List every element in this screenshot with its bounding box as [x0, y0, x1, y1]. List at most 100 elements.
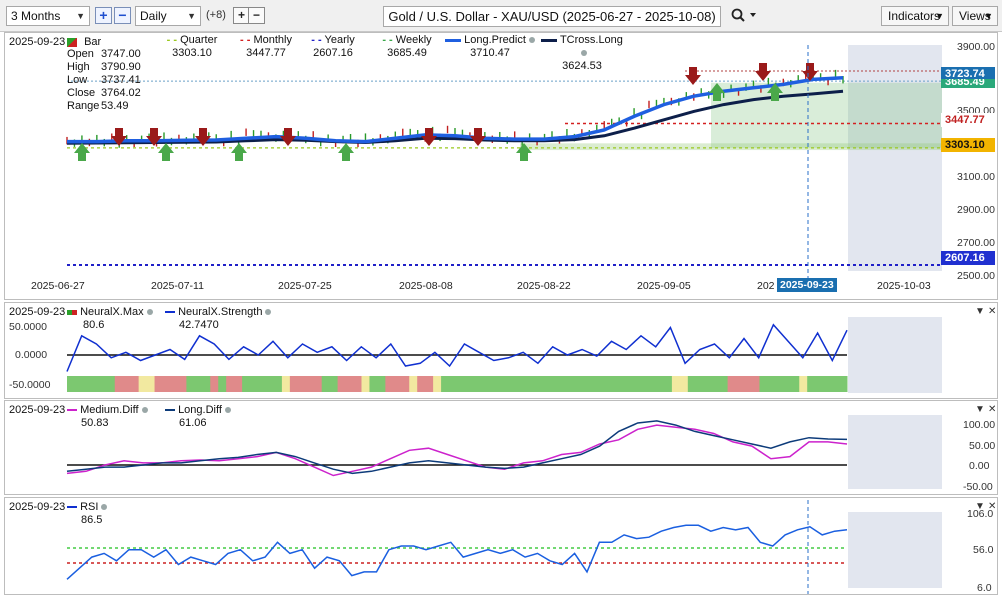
- signal-block: [337, 376, 362, 392]
- diff-date: 2025-09-23: [9, 404, 66, 416]
- sell-arrow-icon: [685, 67, 701, 85]
- sell-arrow-icon: [421, 128, 437, 146]
- y-tick: 3900.00: [957, 41, 995, 53]
- ohlc-range: Range 53.49: [67, 100, 129, 112]
- legend-long-predict: Long.Predict 3710.47: [445, 34, 535, 60]
- rsi-line: [66, 524, 848, 580]
- rsi-panel[interactable]: 2025-09-23 RSI 86.5 ▼ ✕ 106.0 56.0 6.0: [4, 497, 998, 595]
- legend-neuralx-strength: NeuralX.Strength 42.7470: [165, 306, 272, 332]
- legend-long-diff: Long.Diff 61.06: [165, 404, 231, 430]
- bar-icon: [67, 37, 77, 47]
- legend-yearly: - - Yearly 2607.16: [311, 34, 355, 59]
- signal-strip: [67, 376, 848, 392]
- remove-timeframe-button[interactable]: −: [114, 7, 131, 24]
- buy-arrow-icon: [74, 143, 90, 161]
- y-tick: 50.00: [969, 440, 996, 452]
- legend-monthly: - - Monthly 3447.77: [240, 34, 292, 59]
- y-tick: 0.0000: [15, 349, 48, 361]
- y-tick: 50.0000: [9, 321, 47, 333]
- weekly-price-tag: 3685.49: [941, 79, 995, 88]
- y-tick: 100.00: [963, 419, 996, 431]
- close-icon[interactable]: ✕: [988, 306, 996, 317]
- signal-block: [799, 376, 808, 392]
- neural-panel[interactable]: 2025-09-23 NeuralX.Max 80.6 NeuralX.Stre…: [4, 302, 998, 399]
- y-tick: 106.0: [967, 508, 994, 520]
- indicators-label: Indicators: [888, 9, 941, 23]
- panel-collapse-icon[interactable]: ▼: [975, 306, 985, 317]
- interval-select[interactable]: Daily ▼: [135, 6, 201, 26]
- signal-block: [67, 376, 116, 392]
- sell-arrow-icon: [470, 128, 486, 146]
- price-date: 2025-09-23: [9, 36, 66, 48]
- crosshair-date-tag: 2025-09-23: [777, 278, 837, 292]
- buy-arrow-icon: [158, 143, 174, 161]
- quarter-price-tag: 3303.10: [941, 138, 995, 152]
- x-tick: 2025-09-05: [637, 280, 691, 292]
- chart-title: Gold / U.S. Dollar - XAU/USD (2025-06-27…: [388, 9, 716, 24]
- signal-block: [759, 376, 800, 392]
- signal-block: [218, 376, 227, 392]
- signal-block: [114, 376, 140, 392]
- signal-block: [242, 376, 283, 392]
- timeframe-select[interactable]: 3 Months ▼: [6, 6, 90, 26]
- signal-block: [369, 376, 386, 392]
- yearly-price-tag: 2607.16: [941, 251, 995, 265]
- y-tick: 56.0: [973, 544, 994, 556]
- minus-button[interactable]: −: [248, 7, 265, 24]
- x-tick-partial: 202: [757, 280, 775, 292]
- y-tick: 2700.00: [957, 237, 995, 249]
- interval-value: Daily: [140, 9, 167, 23]
- monthly-price-tag: 3447.77: [941, 113, 995, 127]
- neural-date: 2025-09-23: [9, 306, 66, 318]
- future-region: [848, 512, 942, 588]
- x-tick: 2025-07-25: [278, 280, 332, 292]
- legend-rsi: RSI 86.5: [67, 501, 108, 527]
- chevron-down-icon: ▼: [935, 11, 944, 21]
- chevron-down-icon: ▼: [187, 11, 196, 21]
- price-panel[interactable]: 2025-09-23 Bar Open 3747.00 High 3790.90 L…: [4, 32, 998, 300]
- ohlc-close: Close 3764.02: [67, 87, 141, 99]
- rsi-date: 2025-09-23: [9, 501, 66, 513]
- chevron-down-icon: ▼: [984, 11, 993, 21]
- signal-block: [226, 376, 243, 392]
- x-tick: 2025-08-08: [399, 280, 453, 292]
- buy-arrow-icon: [231, 143, 247, 161]
- legend-quarter: - - Quarter 3303.10: [166, 34, 218, 59]
- y-tick: 6.0: [977, 582, 992, 594]
- signal-block: [441, 376, 673, 392]
- signal-block: [154, 376, 187, 392]
- x-tick: 2025-06-27: [31, 280, 85, 292]
- legend-medium-diff: Medium.Diff 50.83: [67, 404, 148, 430]
- signal-block: [281, 376, 291, 392]
- signal-block: [385, 376, 410, 392]
- y-tick: 2500.00: [957, 270, 995, 282]
- future-region: [848, 45, 942, 271]
- views-button[interactable]: Views ▼: [952, 6, 998, 26]
- signal-block: [361, 376, 370, 392]
- signal-block: [210, 376, 219, 392]
- panel-collapse-icon[interactable]: ▼: [975, 404, 985, 415]
- search-icon[interactable]: [730, 7, 758, 25]
- symbol-title-field[interactable]: Gold / U.S. Dollar - XAU/USD (2025-06-27…: [383, 6, 721, 27]
- signal-block: [321, 376, 339, 392]
- diff-panel[interactable]: 2025-09-23 Medium.Diff 50.83 Long.Diff 6…: [4, 400, 998, 495]
- y-tick: -50.0000: [9, 379, 51, 391]
- diff-chart[interactable]: [5, 401, 999, 496]
- price-chart[interactable]: [5, 33, 999, 301]
- neural-chart[interactable]: [5, 303, 999, 400]
- rsi-chart[interactable]: [5, 498, 999, 596]
- y-tick: 0.00: [969, 460, 990, 472]
- plus-count: (+8): [206, 9, 226, 21]
- signal-block: [289, 376, 323, 392]
- quarter-zone: [520, 143, 942, 151]
- buy-arrow-icon: [338, 143, 354, 161]
- bar-label: Bar: [84, 36, 102, 48]
- medium-diff-line: [66, 424, 848, 477]
- close-icon[interactable]: ✕: [988, 404, 996, 415]
- signal-block: [433, 376, 442, 392]
- legend-neuralx-max: NeuralX.Max 80.6: [67, 306, 153, 332]
- add-timeframe-button[interactable]: +: [95, 7, 112, 24]
- bar-legend: Bar: [67, 36, 101, 48]
- ohlc-high: High 3790.90: [67, 61, 141, 73]
- indicators-button[interactable]: Indicators ▼: [881, 6, 949, 26]
